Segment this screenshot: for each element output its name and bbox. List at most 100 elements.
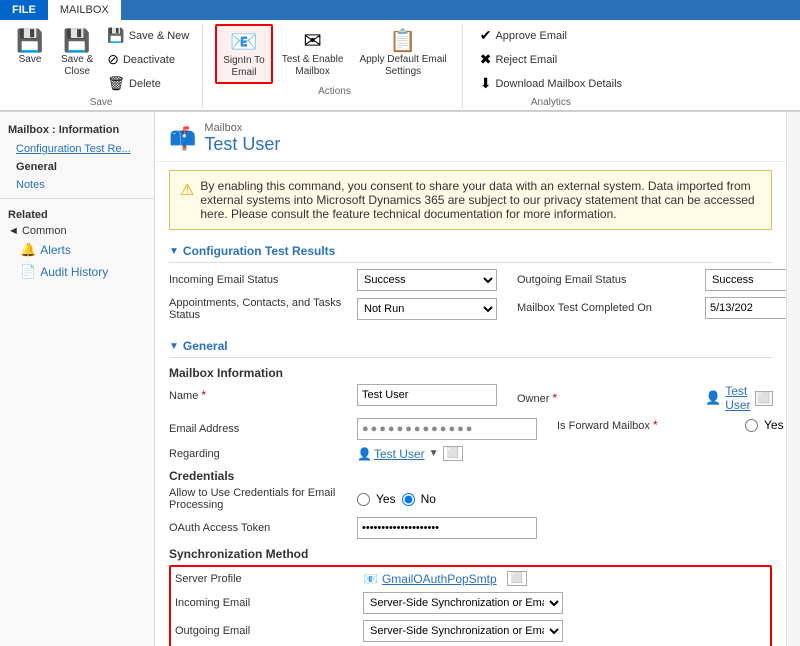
owner-expand-button[interactable]: ⬜ — [755, 391, 773, 406]
apt-contacts-status-value: Not Run — [357, 298, 497, 320]
email-row: Email Address — [169, 418, 537, 440]
approve-email-icon: ✔ — [480, 27, 492, 44]
deactivate-button[interactable]: ⊘ Deactivate — [102, 48, 194, 71]
warning-link-here[interactable]: here — [200, 207, 224, 221]
mailbox-info-label: Mailbox Information — [169, 366, 772, 380]
regarding-name[interactable]: Test User — [374, 447, 425, 461]
email-value — [357, 418, 537, 440]
save-label: Save — [19, 54, 42, 66]
signin-email-label: SignIn ToEmail — [223, 55, 265, 79]
save-close-label: Save &Close — [61, 54, 93, 78]
server-profile-expand[interactable]: ⬜ — [507, 571, 527, 586]
sidebar-item-config[interactable]: Configuration Test Re... — [0, 140, 154, 158]
save-new-label: Save & New — [129, 30, 190, 42]
allow-cred-yes-radio[interactable] — [357, 493, 370, 506]
forward-label: Is Forward Mailbox * — [557, 418, 737, 432]
delete-label: Delete — [129, 78, 161, 90]
allow-cred-no-radio[interactable] — [402, 493, 415, 506]
test-completed-value: 3:50 — [705, 297, 786, 319]
download-mailbox-button[interactable]: ⬇ Download Mailbox Details — [475, 72, 627, 95]
outgoing-email-sync-select[interactable]: Server-Side Synchronization or Email Rou… — [363, 620, 563, 642]
name-col: Name * — [169, 384, 497, 418]
general-section-header[interactable]: ▼ General — [169, 333, 772, 358]
regarding-expand[interactable]: ⬜ — [443, 446, 463, 461]
scrollbar[interactable] — [786, 112, 800, 646]
server-profile-name: GmailOAuthPopSmtp — [382, 572, 497, 586]
sidebar-title: Mailbox : Information — [0, 120, 154, 140]
name-required: * — [201, 388, 206, 402]
ribbon-tabs: FILE MAILBOX — [0, 0, 800, 20]
sidebar-item-general[interactable]: General — [0, 158, 154, 176]
forward-yes-radio[interactable] — [745, 419, 758, 432]
outgoing-email-sync-label: Outgoing Email — [175, 625, 355, 637]
sidebar-item-notes[interactable]: Notes — [0, 176, 154, 194]
email-col: Email Address — [169, 418, 537, 446]
server-profile-link[interactable]: 📧 GmailOAuthPopSmtp — [363, 572, 497, 586]
main-area: Mailbox : Information Configuration Test… — [0, 112, 800, 646]
section-general: ▼ General Mailbox Information Name * O — [169, 333, 772, 646]
server-profile-row: Server Profile 📧 GmailOAuthPopSmtp ⬜ — [175, 571, 766, 586]
approve-email-button[interactable]: ✔ Approve Email — [475, 24, 627, 47]
content-header: 📫 Mailbox Test User — [155, 112, 786, 162]
test-completed-input[interactable] — [705, 297, 786, 319]
ribbon: FILE MAILBOX 💾 Save 💾 Save &Close 💾 Save… — [0, 0, 800, 112]
config-col-left-1: Incoming Email Status Success — [169, 269, 497, 297]
reject-email-label: Reject Email — [495, 54, 557, 66]
tab-file[interactable]: FILE — [0, 0, 48, 20]
reject-email-icon: ✖ — [480, 51, 492, 68]
config-section-title: Configuration Test Results — [183, 244, 335, 258]
name-label: Name * — [169, 388, 349, 402]
tab-mailbox[interactable]: MAILBOX — [48, 0, 121, 20]
regarding-row: Regarding 👤 Test User ▼ ⬜ — [169, 446, 772, 461]
regarding-label: Regarding — [169, 448, 349, 460]
forward-row: Is Forward Mailbox * Yes No — [557, 418, 786, 432]
mailbox-icon: 📫 — [169, 126, 196, 152]
apt-contacts-status-row: Appointments, Contacts, and Tasks Status… — [169, 297, 497, 321]
save-icon: 💾 — [16, 28, 43, 54]
name-input[interactable] — [357, 384, 497, 406]
delete-icon: 🗑 — [107, 75, 125, 92]
save-close-button[interactable]: 💾 Save &Close — [54, 24, 100, 82]
save-button[interactable]: 💾 Save — [8, 24, 52, 70]
incoming-email-sync-select[interactable]: Server-Side Synchronization or Email Rou… — [363, 592, 563, 614]
config-arrow-icon: ▼ — [169, 246, 179, 257]
apply-default-label: Apply Default EmailSettings — [359, 54, 446, 78]
forward-yes-label: Yes — [764, 418, 784, 432]
oauth-row: OAuth Access Token — [169, 517, 772, 539]
save-new-icon: 💾 — [107, 27, 124, 44]
outgoing-email-status-select[interactable]: Success — [705, 269, 786, 291]
test-enable-icon: ✉ — [303, 28, 321, 54]
sidebar-item-alerts[interactable]: 🔔 Alerts — [0, 239, 154, 261]
signin-email-button[interactable]: 📧 SignIn ToEmail — [215, 24, 273, 84]
credentials-label: Credentials — [169, 469, 772, 483]
incoming-email-select[interactable]: Success — [357, 269, 497, 291]
delete-button[interactable]: 🗑 Delete — [102, 72, 194, 95]
oauth-label: OAuth Access Token — [169, 522, 349, 534]
owner-col: Owner * 👤 Test User ⬜ — [517, 384, 773, 418]
save-buttons: 💾 Save 💾 Save &Close 💾 Save & New ⊘ Deac… — [8, 24, 194, 95]
alerts-label: Alerts — [40, 243, 71, 257]
save-group-label: Save — [90, 97, 113, 108]
oauth-input[interactable] — [357, 517, 537, 539]
sidebar-common-label[interactable]: ◄ Common — [0, 223, 154, 239]
incoming-email-value: Success — [357, 269, 497, 291]
apply-default-button[interactable]: 📋 Apply Default EmailSettings — [352, 24, 453, 82]
test-enable-button[interactable]: ✉ Test & EnableMailbox — [275, 24, 351, 82]
email-input[interactable] — [357, 418, 537, 440]
warning-link-more[interactable]: more information — [523, 207, 613, 221]
warning-text: By enabling this command, you consent to… — [200, 179, 761, 221]
owner-row: Owner * 👤 Test User ⬜ — [517, 384, 773, 412]
content-area: 📫 Mailbox Test User ⚠ By enabling this c… — [155, 112, 786, 646]
incoming-email-sync-value: Server-Side Synchronization or Email Rou… — [363, 592, 766, 614]
config-section-header[interactable]: ▼ Configuration Test Results — [169, 238, 772, 263]
config-col-right-1: Outgoing Email Status Success — [517, 269, 786, 297]
alerts-icon: 🔔 — [20, 242, 36, 258]
sidebar-item-audit-history[interactable]: 📄 Audit History — [0, 261, 154, 283]
reject-email-button[interactable]: ✖ Reject Email — [475, 48, 627, 71]
save-small-buttons: 💾 Save & New ⊘ Deactivate 🗑 Delete — [102, 24, 194, 95]
apt-contacts-status-select[interactable]: Not Run — [357, 298, 497, 320]
incoming-email-sync-row: Incoming Email Server-Side Synchronizati… — [175, 592, 766, 614]
name-value — [357, 384, 497, 406]
download-mailbox-icon: ⬇ — [480, 75, 492, 92]
save-new-button[interactable]: 💾 Save & New — [102, 24, 194, 47]
